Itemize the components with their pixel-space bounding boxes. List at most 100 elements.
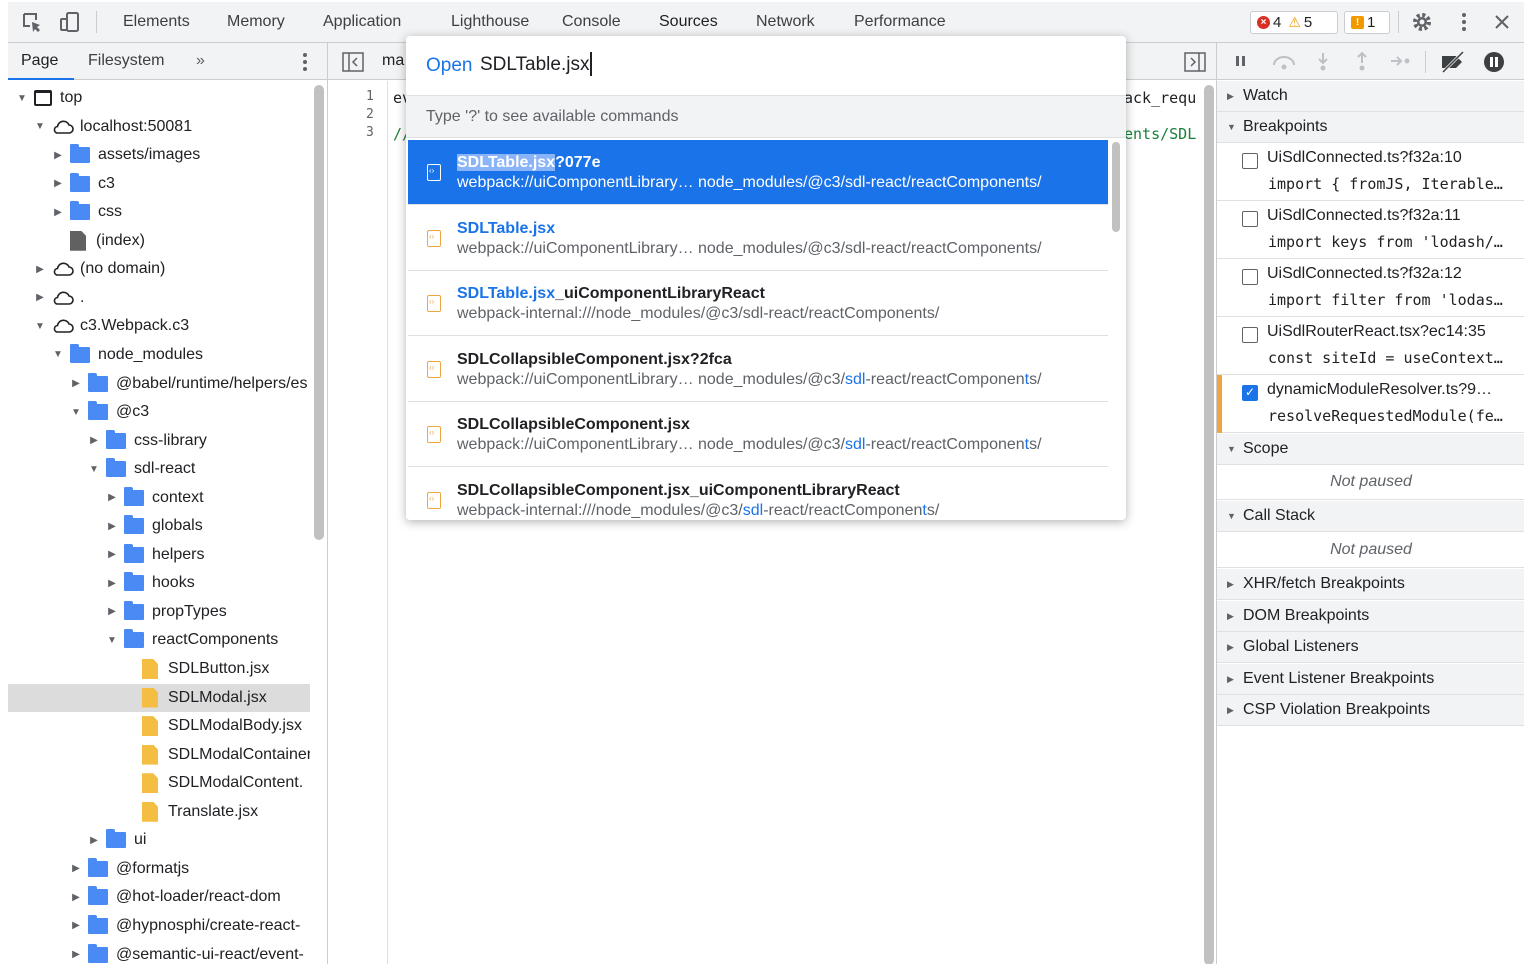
line-number[interactable]: 1 xyxy=(366,89,374,104)
expand-arrow-icon[interactable]: ▶ xyxy=(88,435,100,447)
collapse-arrow-icon[interactable]: ▼ xyxy=(34,320,46,332)
tree-item[interactable]: ▶ @babel/runtime/helpers/es xyxy=(8,370,310,398)
collapse-arrow-icon[interactable]: ▼ xyxy=(52,349,64,361)
collapse-arrow-icon[interactable]: ▼ xyxy=(88,463,100,475)
issues-counter[interactable]: ! 1 xyxy=(1344,11,1390,34)
expand-arrow-icon[interactable]: ▶ xyxy=(52,178,64,190)
toggle-debugger-icon[interactable] xyxy=(1184,52,1206,72)
breakpoint-checkbox-checked[interactable]: ✓ xyxy=(1242,385,1258,401)
section-csp-violation-breakpoints[interactable]: ▶ CSP Violation Breakpoints xyxy=(1217,695,1524,726)
tab-console[interactable]: Console xyxy=(562,13,621,31)
section-event-listener-breakpoints[interactable]: ▶ Event Listener Breakpoints xyxy=(1217,664,1524,695)
breakpoint-checkbox[interactable] xyxy=(1242,269,1258,285)
collapse-arrow-icon[interactable]: ▼ xyxy=(106,634,118,646)
results-scrollbar[interactable] xyxy=(1112,142,1120,232)
code-line-1-end[interactable]: ack_requ xyxy=(1124,89,1196,107)
quick-open-result[interactable]: SDLTable.jsx_uiComponentLibraryReactwebp… xyxy=(408,271,1108,336)
breakpoint-checkbox[interactable] xyxy=(1242,211,1258,227)
tree-item[interactable]: ▶SDLModalContent. xyxy=(8,769,310,797)
tab-filesystem[interactable]: Filesystem xyxy=(88,52,164,70)
tree-item[interactable]: ▶ helpers xyxy=(8,541,310,569)
tab-network[interactable]: Network xyxy=(756,13,815,31)
tree-item[interactable]: ▼ reactComponents xyxy=(8,626,310,654)
section-global-listeners[interactable]: ▶ Global Listeners xyxy=(1217,632,1524,663)
tree-item[interactable]: ▶SDLModalBody.jsx xyxy=(8,712,310,740)
tree-item[interactable]: ▼ c3.Webpack.c3 xyxy=(8,312,310,340)
tree-item[interactable]: ▶. xyxy=(8,284,310,312)
deactivate-breakpoints-icon[interactable] xyxy=(1439,51,1467,73)
expand-arrow-icon[interactable]: ▶ xyxy=(88,834,100,846)
expand-arrow-icon[interactable]: ▶ xyxy=(70,949,82,961)
expand-arrow-icon[interactable]: ▶ xyxy=(106,549,118,561)
code-line-3-end[interactable]: ents/SDL xyxy=(1124,125,1196,143)
tab-lighthouse[interactable]: Lighthouse xyxy=(451,13,529,31)
section-dom-breakpoints[interactable]: ▶ DOM Breakpoints xyxy=(1217,601,1524,632)
expand-arrow-icon[interactable]: ▶ xyxy=(52,149,64,161)
tree-item[interactable]: ▶ context xyxy=(8,484,310,512)
settings-gear-icon[interactable] xyxy=(1410,10,1434,34)
quick-open-result[interactable]: SDLCollapsibleComponent.jsx_uiComponentL… xyxy=(408,468,1108,521)
tree-item[interactable]: ▼ sdl-react xyxy=(8,455,310,483)
tree-item[interactable]: ▶ css xyxy=(8,198,310,226)
step-icon[interactable] xyxy=(1389,53,1413,69)
collapse-arrow-icon[interactable]: ▼ xyxy=(34,121,46,133)
quick-open-result[interactable]: SDLCollapsibleComponent.jsx?2fca webpack:… xyxy=(408,337,1108,402)
pause-icon[interactable] xyxy=(1233,53,1249,69)
expand-arrow-icon[interactable]: ▶ xyxy=(70,863,82,875)
expand-arrow-icon[interactable]: ▶ xyxy=(70,891,82,903)
expand-arrow-icon[interactable]: ▶ xyxy=(106,520,118,532)
section-call-stack[interactable]: ▼ Call Stack xyxy=(1217,501,1524,532)
expand-arrow-icon[interactable]: ▶ xyxy=(70,378,82,390)
tree-item[interactable]: ▶(index) xyxy=(8,227,310,255)
navigator-scrollbar[interactable] xyxy=(314,85,324,540)
tree-item[interactable]: ▼ @c3 xyxy=(8,398,310,426)
quick-open-result[interactable]: SDLCollapsibleComponent.jsx webpack://uiC… xyxy=(408,402,1108,467)
tab-memory[interactable]: Memory xyxy=(227,13,285,31)
quick-open-result[interactable]: SDLTable.jsx?077e webpack://uiComponentLi… xyxy=(408,140,1108,205)
expand-arrow-icon[interactable]: ▶ xyxy=(34,292,46,304)
tree-item[interactable]: ▶ (no domain) xyxy=(8,255,310,283)
breakpoint-item[interactable]: ✓ dynamicModuleResolver.ts?9… resolveReq… xyxy=(1217,375,1524,433)
expand-arrow-icon[interactable]: ▶ xyxy=(34,263,46,275)
tree-item[interactable]: ▶ c3 xyxy=(8,170,310,198)
tree-item[interactable]: ▶ hooks xyxy=(8,569,310,597)
tab-page[interactable]: Page xyxy=(21,52,58,70)
breakpoint-item[interactable]: UiSdlConnected.ts?f32a:12 import filter … xyxy=(1217,259,1524,317)
expand-arrow-icon[interactable]: ▶ xyxy=(106,577,118,589)
tree-item[interactable]: ▼ localhost:50081 xyxy=(8,113,310,141)
device-toolbar-icon[interactable] xyxy=(58,10,82,34)
expand-arrow-icon[interactable]: ▶ xyxy=(106,492,118,504)
inspect-element-icon[interactable] xyxy=(20,10,44,34)
section-xhr-breakpoints[interactable]: ▶ XHR/fetch Breakpoints xyxy=(1217,569,1524,600)
tree-item[interactable]: ▶ propTypes xyxy=(8,598,310,626)
tree-item[interactable]: ▶ @hot-loader/react-dom xyxy=(8,883,310,911)
line-number[interactable]: 2 xyxy=(366,107,374,122)
quick-open-query[interactable]: SDLTable.jsx xyxy=(480,54,589,76)
tab-sources[interactable]: Sources xyxy=(659,13,718,31)
tree-item[interactable]: ▶ ui xyxy=(8,826,310,854)
line-number[interactable]: 3 xyxy=(366,125,374,140)
more-options-icon[interactable] xyxy=(1452,10,1476,34)
editor-scrollbar[interactable] xyxy=(1204,85,1214,964)
quick-open-result[interactable]: SDLTable.jsx webpack://uiComponentLibrary… xyxy=(408,206,1108,271)
tab-elements[interactable]: Elements xyxy=(123,13,190,31)
tree-item[interactable]: ▶ assets/images xyxy=(8,141,310,169)
expand-arrow-icon[interactable]: ▶ xyxy=(52,206,64,218)
errors-warnings-counter[interactable]: × 4 ⚠ 5 xyxy=(1250,11,1338,34)
breakpoint-item[interactable]: UiSdlConnected.ts?f32a:10 import { fromJ… xyxy=(1217,143,1524,201)
breakpoint-item[interactable]: UiSdlConnected.ts?f32a:11 import keys fr… xyxy=(1217,201,1524,259)
section-breakpoints[interactable]: ▼ Breakpoints xyxy=(1217,112,1524,143)
expand-arrow-icon[interactable]: ▶ xyxy=(70,920,82,932)
section-watch[interactable]: ▶ Watch xyxy=(1217,81,1524,112)
tab-performance[interactable]: Performance xyxy=(854,13,946,31)
tree-item[interactable]: ▶Translate.jsx xyxy=(8,798,310,826)
tree-item[interactable]: ▶SDLButton.jsx xyxy=(8,655,310,683)
toggle-navigator-icon[interactable] xyxy=(342,52,364,72)
expand-arrow-icon[interactable]: ▶ xyxy=(106,606,118,618)
pause-on-exceptions-icon[interactable] xyxy=(1483,51,1505,73)
tree-item[interactable]: ▶SDLModalContainer xyxy=(8,741,310,769)
section-scope[interactable]: ▼ Scope xyxy=(1217,434,1524,465)
breakpoint-checkbox[interactable] xyxy=(1242,153,1258,169)
tree-item[interactable]: ▶SDLModal.jsx xyxy=(8,683,310,712)
navigator-menu-icon[interactable] xyxy=(298,51,312,73)
